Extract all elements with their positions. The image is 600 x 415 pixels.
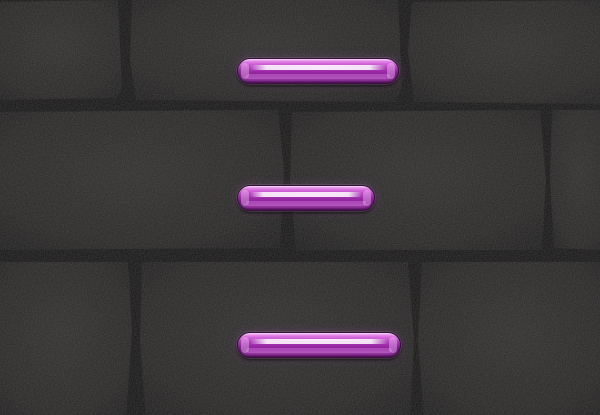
brick-wall-scene (0, 0, 600, 415)
bottom-bar (237, 332, 401, 358)
tube-cap-right (389, 337, 397, 353)
middle-bar (237, 185, 375, 211)
tube-glow (246, 348, 392, 353)
tube-glow (246, 74, 390, 79)
tube-highlight (250, 65, 386, 70)
tube-highlight (250, 339, 388, 344)
top-bar (237, 58, 399, 84)
tube-highlight (250, 192, 362, 197)
tube-cap-right (363, 190, 371, 206)
tube-cap-right (387, 63, 395, 79)
tube-glow (246, 201, 366, 206)
